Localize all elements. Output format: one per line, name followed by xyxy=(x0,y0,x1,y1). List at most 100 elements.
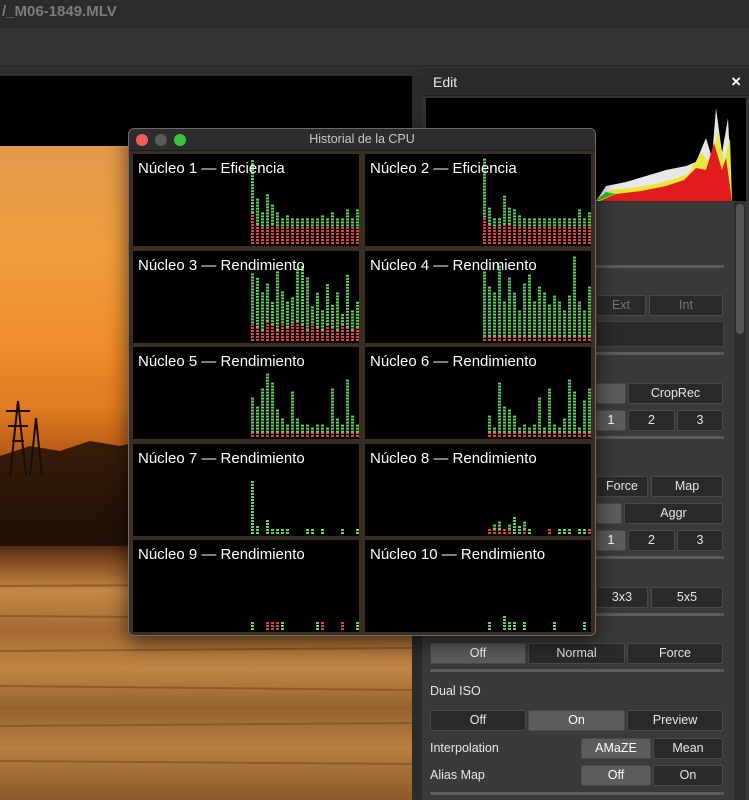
cpu-user-load-mark xyxy=(296,298,299,301)
cpu-user-load-mark xyxy=(271,394,274,397)
cpu-user-load-mark xyxy=(271,304,274,307)
option-3-button[interactable]: 3 xyxy=(677,530,723,551)
scrollbar-thumb[interactable] xyxy=(736,204,744,334)
cpu-system-load-mark xyxy=(321,242,324,244)
cpu-user-load-mark xyxy=(568,298,571,301)
cpu-system-load-mark xyxy=(316,230,319,232)
cpu-user-load-mark xyxy=(251,302,254,305)
cpu-user-load-mark xyxy=(256,277,259,280)
mode-normal-button[interactable]: Normal xyxy=(528,643,625,664)
alias-map-on-button[interactable]: On xyxy=(653,765,723,786)
cpu-system-load-mark xyxy=(271,622,274,625)
force-button[interactable]: Force xyxy=(596,476,648,497)
cpu-user-load-mark xyxy=(276,528,279,531)
cpu-user-load-mark xyxy=(483,277,486,280)
cpu-system-load-mark xyxy=(296,236,299,238)
cpu-user-load-mark xyxy=(583,319,586,322)
cpu-user-load-mark xyxy=(513,292,516,295)
cpu-system-load-mark xyxy=(251,218,254,220)
cpu-system-load-mark xyxy=(276,625,279,628)
cpu-system-load-mark xyxy=(301,326,304,329)
dual-iso-off-button[interactable]: Off xyxy=(430,710,526,731)
cpu-user-load-mark xyxy=(503,616,506,619)
cpu-user-load-mark xyxy=(588,307,591,310)
cpu-history-window[interactable]: Historial de la CPU Núcleo 1 — Eficienci… xyxy=(128,128,596,636)
cpu-user-load-mark xyxy=(548,427,551,430)
cpu-user-load-mark xyxy=(251,498,254,501)
cpu-window-titlebar[interactable]: Historial de la CPU xyxy=(129,129,595,151)
option-1-button[interactable]: 1 xyxy=(596,530,626,551)
cpu-user-load-mark xyxy=(296,313,299,316)
cpu-user-load-mark xyxy=(261,412,264,415)
cpu-user-load-mark xyxy=(301,424,304,427)
cpu-user-load-mark xyxy=(296,304,299,307)
cpu-system-load-mark xyxy=(321,230,324,232)
cpu-system-load-mark xyxy=(326,326,329,329)
cpu-system-load-mark xyxy=(523,230,526,232)
cpu-user-load-mark xyxy=(251,501,254,504)
cpu-user-load-mark xyxy=(251,178,254,181)
dual-iso-on-button[interactable]: On xyxy=(528,710,625,731)
cpu-system-load-mark xyxy=(281,239,284,241)
cpu-user-load-mark xyxy=(573,218,576,221)
cpu-user-load-mark xyxy=(503,415,506,418)
ext-button[interactable]: Ext xyxy=(596,295,646,316)
interpolation-amaze-button[interactable]: AMaZE xyxy=(581,738,651,759)
kernel-5x5-button[interactable]: 5x5 xyxy=(651,587,723,608)
alias-map-off-button[interactable]: Off xyxy=(581,765,651,786)
selected-option-button[interactable] xyxy=(596,383,626,404)
cpu-system-load-mark xyxy=(276,236,279,238)
int-button[interactable]: Int xyxy=(649,295,723,316)
cpu-user-load-mark xyxy=(558,528,561,531)
cpu-system-load-mark xyxy=(518,227,521,229)
kernel-3x3-button[interactable]: 3x3 xyxy=(596,587,648,608)
cpu-user-load-mark xyxy=(251,299,254,302)
option-1-button[interactable]: 1 xyxy=(596,410,626,431)
cpu-system-load-mark xyxy=(523,242,526,244)
aggr-button[interactable]: Aggr xyxy=(624,503,723,524)
cpu-system-load-mark xyxy=(533,233,536,235)
cpu-user-load-mark xyxy=(498,521,501,524)
cpu-user-load-mark xyxy=(266,319,269,322)
cpu-system-load-mark xyxy=(296,239,299,241)
cpu-user-load-mark xyxy=(336,418,339,421)
cpu-user-load-mark xyxy=(573,421,576,424)
cpu-system-load-mark xyxy=(251,239,254,241)
cpu-user-load-mark xyxy=(346,298,349,301)
cpu-system-load-mark xyxy=(503,233,506,235)
croprec-button[interactable]: CropRec xyxy=(628,383,723,404)
map-button[interactable]: Map xyxy=(651,476,723,497)
cpu-system-load-mark xyxy=(261,227,264,229)
cpu-system-load-mark xyxy=(266,239,269,241)
cpu-system-load-mark xyxy=(256,227,259,229)
dual-iso-preview-button[interactable]: Preview xyxy=(627,710,723,731)
cpu-user-load-mark xyxy=(483,328,486,331)
cpu-user-load-mark xyxy=(588,316,591,319)
cpu-system-load-mark xyxy=(553,239,556,241)
cpu-system-load-mark xyxy=(316,329,319,332)
cpu-user-load-mark xyxy=(563,218,566,221)
cpu-system-load-mark xyxy=(336,236,339,238)
mode-force-button[interactable]: Force xyxy=(627,643,723,664)
cpu-system-load-mark xyxy=(583,230,586,232)
cpu-user-load-mark xyxy=(336,313,339,316)
cpu-user-load-mark xyxy=(558,427,561,430)
cpu-user-load-mark xyxy=(326,430,329,433)
cpu-user-load-mark xyxy=(488,334,491,337)
value-field[interactable] xyxy=(596,321,724,347)
cpu-user-load-mark xyxy=(296,289,299,292)
option-3-button[interactable]: 3 xyxy=(677,410,723,431)
cpu-user-load-mark xyxy=(498,427,501,430)
option-2-button[interactable]: 2 xyxy=(628,410,675,431)
close-icon[interactable]: × xyxy=(731,72,741,92)
option-2-button[interactable]: 2 xyxy=(628,530,675,551)
cpu-user-load-mark xyxy=(538,325,541,328)
cpu-system-load-mark xyxy=(311,236,314,238)
cpu-user-load-mark xyxy=(573,430,576,433)
selected-option-button[interactable] xyxy=(596,503,622,524)
cpu-system-load-mark xyxy=(261,338,264,341)
interpolation-mean-button[interactable]: Mean xyxy=(653,738,723,759)
mode-off-button[interactable]: Off xyxy=(430,643,526,664)
cpu-user-load-mark xyxy=(271,403,274,406)
cpu-system-load-mark xyxy=(548,239,551,241)
